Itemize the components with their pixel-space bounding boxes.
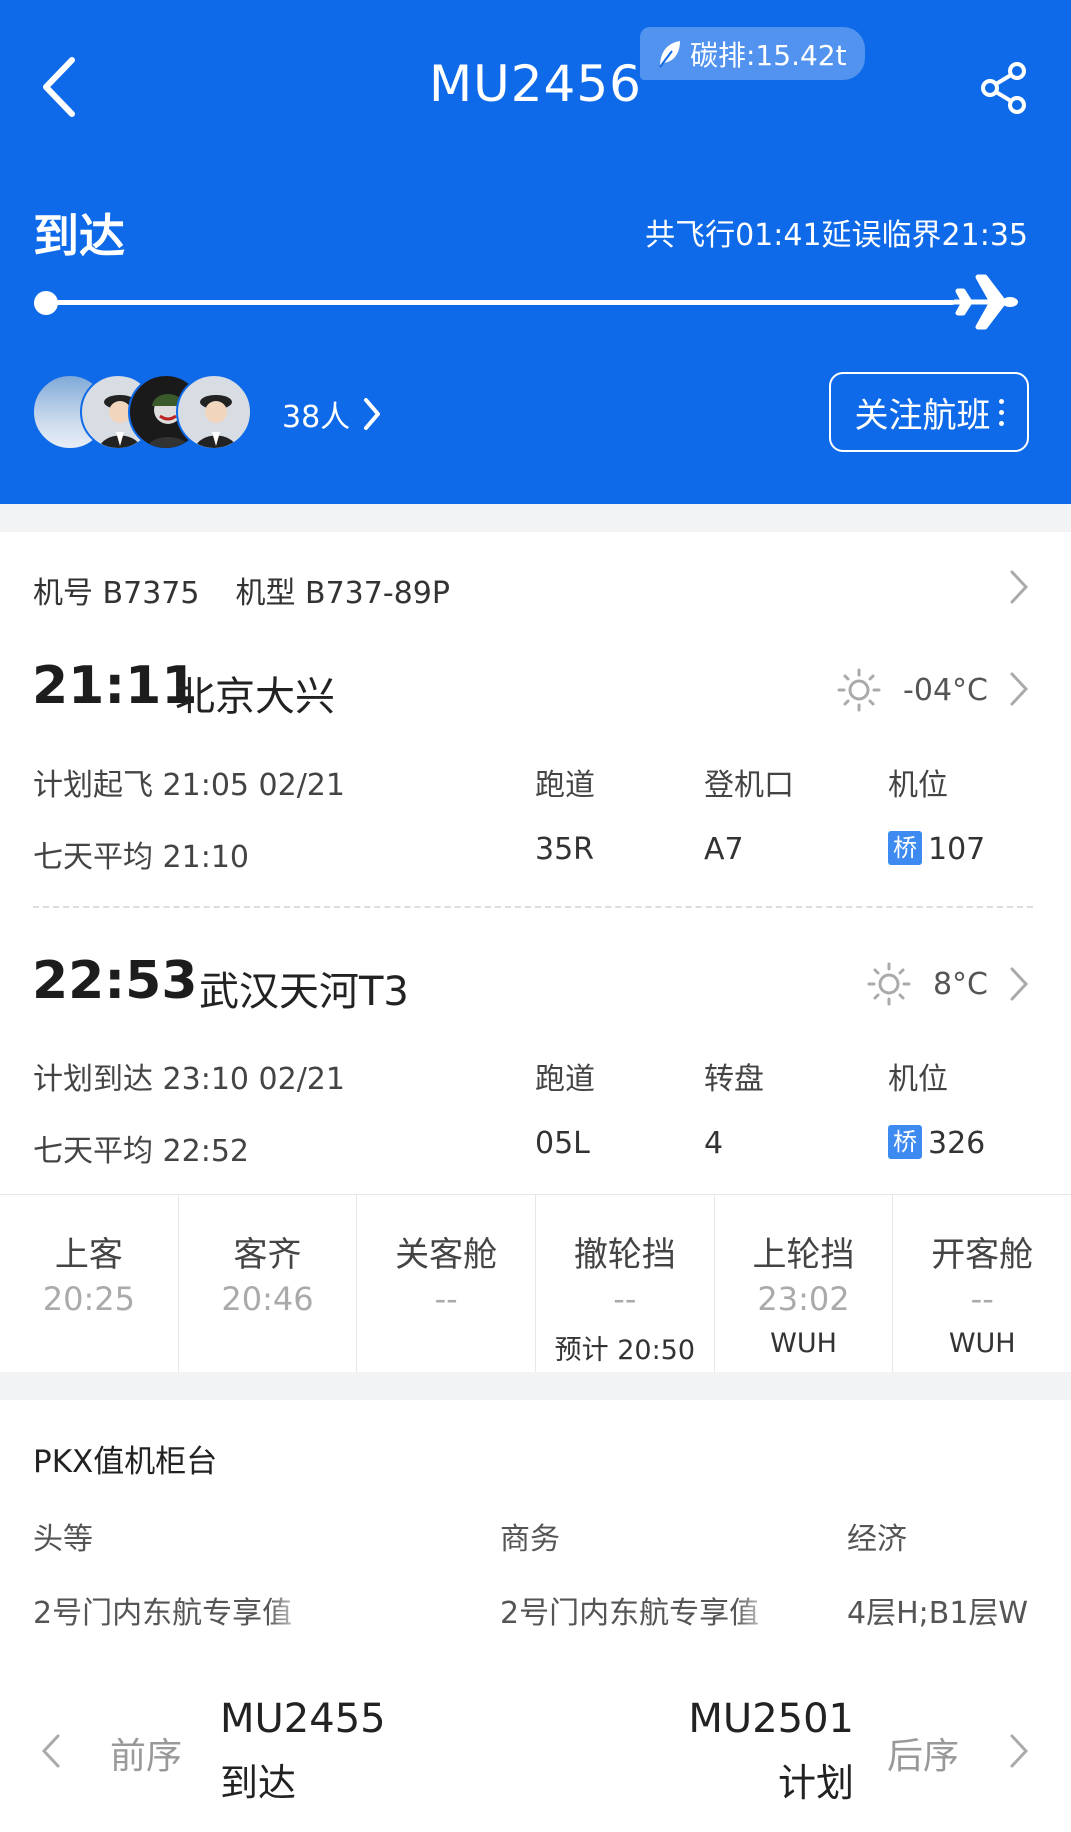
avatar [176,374,252,450]
step-value: 20:25 [42,1280,135,1318]
step-title: 客齐 [233,1235,302,1275]
step-title: 上客 [54,1235,123,1275]
departure-gate-label: 登机口 [704,768,794,803]
departure-weather[interactable]: -04°C [837,668,988,712]
arrival-plan: 计划到达 23:10 02/21 [33,1062,345,1097]
chevron-left-icon[interactable] [40,1732,62,1770]
aircraft-info[interactable]: 机号 B7375 机型 B737-89P [33,568,450,612]
arrival-airport: 武汉天河T3 [199,969,409,1015]
boarding-steps: 上客 20:25 客齐 20:46 关客舱 -- 撤轮挡 -- 预计 20:50… [0,1194,1071,1372]
departure-runway: 35R [535,832,595,867]
step-item: 上轮挡 23:02 WUH [715,1195,894,1372]
step-value: 20:46 [221,1280,314,1318]
flight-duration-text: 共飞行01:41延误临界21:35 [645,218,1028,253]
departure-airport: 北京大兴 [175,674,335,720]
prev-flight-number[interactable]: MU2455 [220,1696,386,1742]
bridge-badge: 桥 [888,1124,922,1159]
next-flight-label[interactable]: 后序 [887,1727,959,1779]
departure-stand: 桥 107 [888,830,986,868]
chevron-right-icon[interactable] [1008,1732,1030,1770]
flight-status: 到达 [33,209,125,263]
carbon-badge[interactable]: 碳排:15.42t [640,27,865,80]
step-sub: 预计 20:50 [554,1335,696,1366]
arrival-stand: 桥 326 [888,1124,986,1162]
next-flight-number[interactable]: MU2501 [688,1696,854,1742]
sun-icon [867,962,911,1006]
departure-gate: A7 [704,832,744,867]
chevron-right-icon [364,398,381,430]
step-title: 开客舱 [931,1235,1034,1275]
departure-avg: 七天平均 21:10 [33,840,249,875]
step-title: 上轮挡 [752,1235,855,1275]
aircraft-type: 机型 B737-89P [235,576,450,611]
arrival-stand-value: 326 [928,1126,986,1161]
airplane-icon [954,274,1018,330]
step-title: 撤轮挡 [573,1235,676,1275]
departure-runway-label: 跑道 [535,768,595,803]
arrival-carousel-label: 转盘 [704,1062,764,1097]
leaf-icon [659,40,680,68]
arrival-temp: 8°C [932,966,988,1002]
passenger-avatars[interactable] [32,374,292,450]
passenger-count-text: 38人 [282,400,351,435]
economy-class-counter: 4层H;B1层W [847,1596,1029,1631]
sun-icon [837,668,881,712]
departure-temp: -04°C [903,672,988,708]
first-class-label: 头等 [33,1522,93,1557]
first-class-counter: 2号门内东航专享值 [33,1588,308,1632]
follow-label: 关注航班 [854,395,991,436]
flight-number-title: MU2456 [429,55,642,113]
passenger-count[interactable]: 38人 [282,392,382,436]
arrival-stand-label: 机位 [888,1062,948,1097]
step-item: 上客 20:25 [0,1195,179,1372]
step-item: 关客舱 -- [357,1195,537,1372]
arrival-avg: 七天平均 22:52 [33,1134,249,1169]
step-value: 23:02 [757,1280,850,1318]
counter-title: PKX值机柜台 [33,1444,218,1480]
chevron-right-icon[interactable] [1008,670,1030,708]
arrival-runway-label: 跑道 [535,1062,595,1097]
divider [33,906,1033,908]
follow-flight-button[interactable]: 关注航班 [829,372,1029,452]
step-item: 撤轮挡 -- 预计 20:50 [536,1195,715,1372]
more-dots-icon [998,398,1004,426]
economy-class-label: 经济 [847,1522,907,1557]
step-value: -- [434,1280,458,1318]
carbon-text: 碳排:15.42t [690,38,847,72]
departure-time: 21:11 [32,656,198,716]
arrival-carousel: 4 [704,1126,724,1161]
step-item: 客齐 20:46 [179,1195,358,1372]
step-value: -- [970,1280,994,1318]
arrival-time: 22:53 [32,951,198,1011]
business-class-label: 商务 [500,1522,560,1557]
step-sub: WUH [948,1328,1016,1359]
flight-header: MU2456 碳排:15.42t 到达 共飞行01:41延误临界21:35 38… [0,0,1071,504]
arrival-runway: 05L [535,1126,590,1161]
departure-stand-label: 机位 [888,768,948,803]
share-icon[interactable] [980,62,1028,114]
step-sub: WUH [770,1328,837,1359]
arrival-weather[interactable]: 8°C [867,962,988,1006]
step-item: 开客舱 -- WUH [893,1195,1071,1372]
step-value: -- [613,1280,637,1318]
prev-flight-label[interactable]: 前序 [110,1727,182,1779]
prev-flight-status: 到达 [220,1761,297,1805]
departure-stand-value: 107 [928,832,986,867]
departure-plan: 计划起飞 21:05 02/21 [33,768,345,803]
step-title: 关客舱 [395,1235,498,1275]
aircraft-reg: 机号 B7375 [33,576,200,611]
bridge-badge: 桥 [888,830,922,865]
progress-start-dot [34,291,58,315]
progress-track [45,300,955,305]
next-flight-status: 计划 [777,1761,854,1805]
chevron-right-icon[interactable] [1008,568,1030,606]
business-class-counter: 2号门内东航专享值 [500,1588,775,1632]
chevron-right-icon[interactable] [1008,965,1030,1003]
